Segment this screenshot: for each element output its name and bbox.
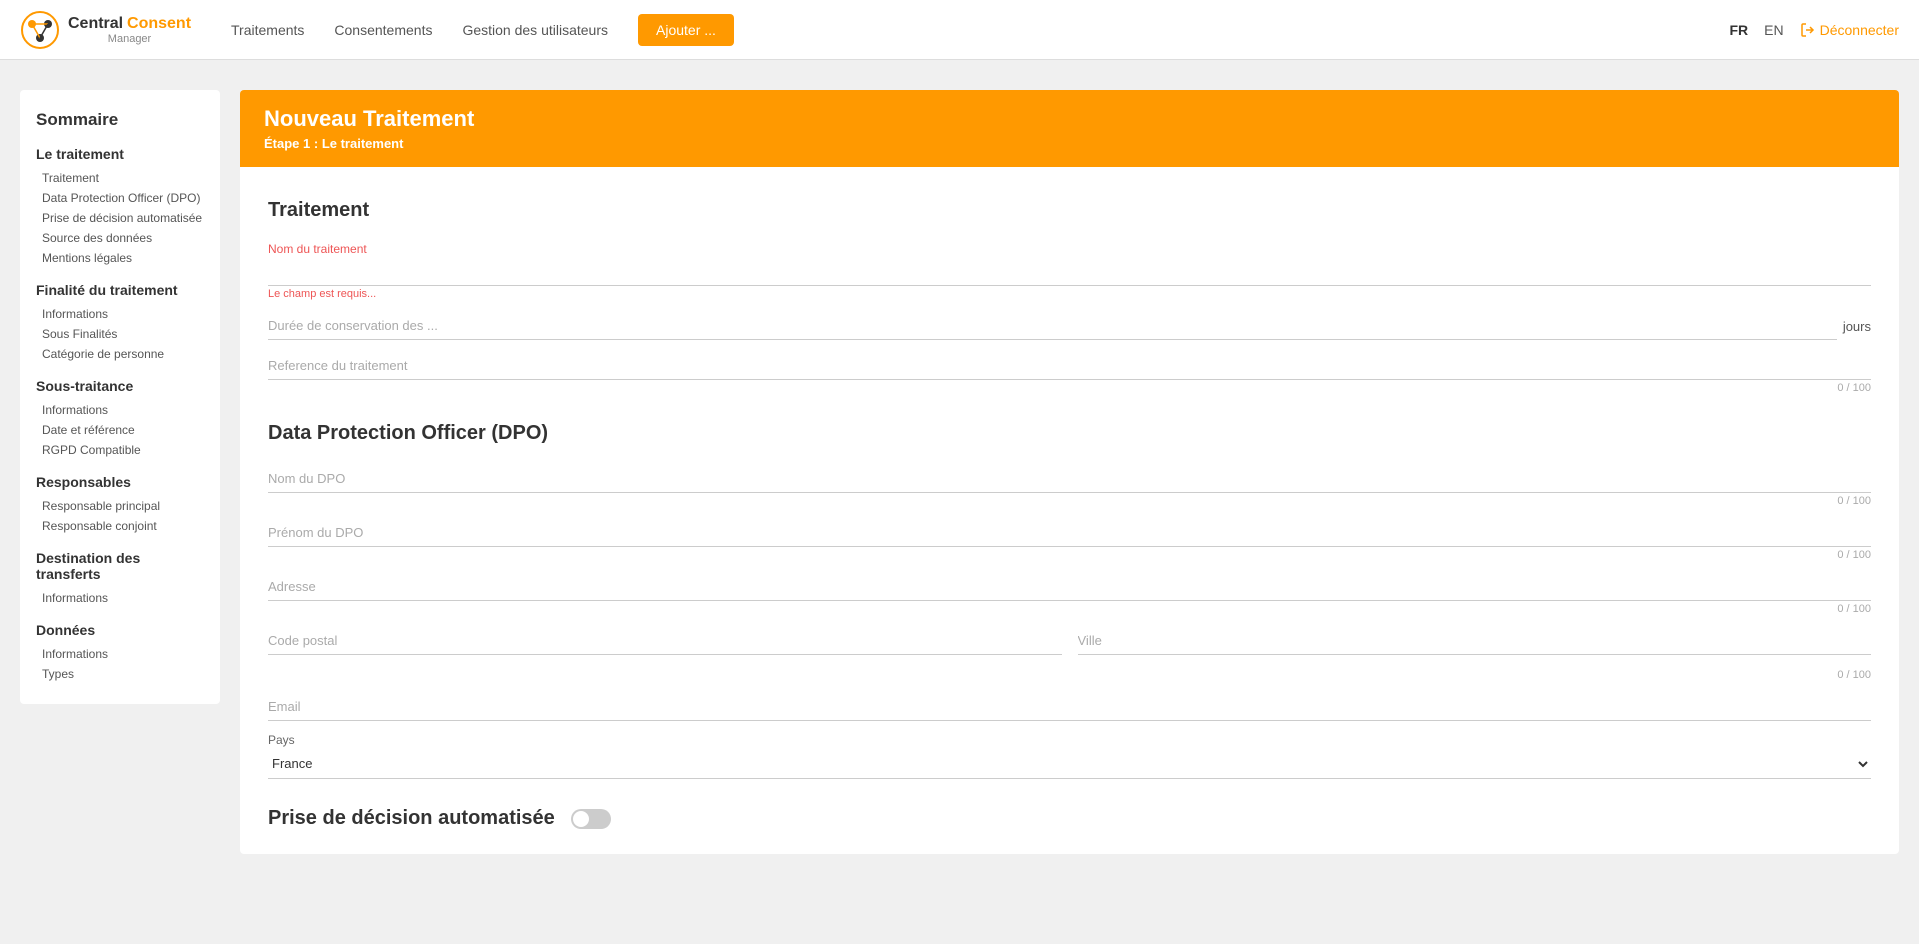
pays-select[interactable]: France Belgique Suisse Allemagne Espagne… xyxy=(268,749,1871,779)
main-content: Nouveau Traitement Étape 1 : Le traiteme… xyxy=(240,90,1899,914)
nom-traitement-field: Nom du traitement Le champ est requis... xyxy=(268,242,1871,300)
prise-decision-section: Prise de décision automatisée xyxy=(268,807,1871,830)
prenom-dpo-counter: 0 / 100 xyxy=(268,549,1871,561)
adresse-dpo-field: 0 / 100 xyxy=(268,573,1871,615)
deconnect-button[interactable]: Déconnecter xyxy=(1800,22,1899,38)
prenom-dpo-field: 0 / 100 xyxy=(268,519,1871,561)
lang-fr-button[interactable]: FR xyxy=(1729,22,1748,38)
sidebar-section-responsables: Responsables xyxy=(36,474,204,490)
ville-field xyxy=(1078,627,1872,655)
adresse-dpo-counter: 0 / 100 xyxy=(268,603,1871,615)
email-dpo-input[interactable] xyxy=(268,693,1871,721)
nav-gestion-utilisateurs[interactable]: Gestion des utilisateurs xyxy=(462,22,608,38)
lang-en-button[interactable]: EN xyxy=(1764,22,1783,38)
sidebar-item-rgpd-compatible[interactable]: RGPD Compatible xyxy=(36,440,204,460)
step-label: Étape 1 : xyxy=(264,136,318,151)
sidebar: Sommaire Le traitement Traitement Data P… xyxy=(20,90,220,704)
sidebar-item-donnees-informations[interactable]: Informations xyxy=(36,644,204,664)
sidebar-item-sous-finalites[interactable]: Sous Finalités xyxy=(36,324,204,344)
sidebar-item-finalite-informations[interactable]: Informations xyxy=(36,304,204,324)
reference-traitement-field: 0 / 100 xyxy=(268,352,1871,394)
logo-central: Central xyxy=(68,15,123,32)
deconnect-label: Déconnecter xyxy=(1820,22,1899,38)
navbar-right: FR EN Déconnecter xyxy=(1729,22,1899,38)
sidebar-section-destination-transferts: Destination des transferts xyxy=(36,550,204,582)
sidebar-item-responsable-conjoint[interactable]: Responsable conjoint xyxy=(36,516,204,536)
step-value: Le traitement xyxy=(322,136,404,151)
sidebar-item-soustraitance-informations[interactable]: Informations xyxy=(36,400,204,420)
cp-ville-field: 0 / 100 xyxy=(268,627,1871,681)
logo-consent: Consent xyxy=(127,15,191,32)
ajouter-button[interactable]: Ajouter ... xyxy=(638,14,734,46)
pays-field: Pays France Belgique Suisse Allemagne Es… xyxy=(268,733,1871,779)
nom-dpo-counter: 0 / 100 xyxy=(268,495,1871,507)
ville-input[interactable] xyxy=(1078,627,1872,655)
nom-dpo-field: 0 / 100 xyxy=(268,465,1871,507)
page-wrapper: Sommaire Le traitement Traitement Data P… xyxy=(0,60,1919,944)
sidebar-section-finalite: Finalité du traitement xyxy=(36,282,204,298)
reference-counter: 0 / 100 xyxy=(268,382,1871,394)
prise-decision-toggle[interactable] xyxy=(571,809,611,829)
nav-traitements[interactable]: Traitements xyxy=(231,22,304,38)
sidebar-item-destination-informations[interactable]: Informations xyxy=(36,588,204,608)
deconnect-icon xyxy=(1800,22,1816,38)
adresse-dpo-input[interactable] xyxy=(268,573,1871,601)
nom-dpo-input[interactable] xyxy=(268,465,1871,493)
sidebar-item-categorie-personne[interactable]: Catégorie de personne xyxy=(36,344,204,364)
page-header-subtitle: Étape 1 : Le traitement xyxy=(264,136,1875,151)
traitement-section-title: Traitement xyxy=(268,199,1871,222)
dpo-section-title: Data Protection Officer (DPO) xyxy=(268,422,1871,445)
sidebar-item-mentions-legales[interactable]: Mentions légales xyxy=(36,248,204,268)
nav-links: Traitements Consentements Gestion des ut… xyxy=(231,14,1729,46)
logo: Central Consent Manager xyxy=(20,10,191,50)
code-postal-input[interactable] xyxy=(268,627,1062,655)
prenom-dpo-input[interactable] xyxy=(268,519,1871,547)
navbar: Central Consent Manager Traitements Cons… xyxy=(0,0,1919,60)
form-container: Traitement Nom du traitement Le champ es… xyxy=(240,167,1899,854)
sidebar-item-traitement[interactable]: Traitement xyxy=(36,168,204,188)
duree-conservation-field: jours xyxy=(268,312,1871,340)
sidebar-section-donnees: Données xyxy=(36,622,204,638)
logo-manager: Manager xyxy=(68,33,191,45)
nom-traitement-input[interactable] xyxy=(268,258,1871,286)
logo-icon xyxy=(20,10,60,50)
duree-conservation-input[interactable] xyxy=(268,312,1837,340)
email-dpo-field xyxy=(268,693,1871,721)
pays-label: Pays xyxy=(268,733,1871,747)
prise-decision-title: Prise de décision automatisée xyxy=(268,807,555,830)
reference-traitement-input[interactable] xyxy=(268,352,1871,380)
nav-consentements[interactable]: Consentements xyxy=(334,22,432,38)
sidebar-section-sous-traitance: Sous-traitance xyxy=(36,378,204,394)
sidebar-item-date-reference[interactable]: Date et référence xyxy=(36,420,204,440)
sidebar-item-prise-decision[interactable]: Prise de décision automatisée xyxy=(36,208,204,228)
duree-unit: jours xyxy=(1843,319,1871,340)
sidebar-title: Sommaire xyxy=(36,110,204,130)
sidebar-item-responsable-principal[interactable]: Responsable principal xyxy=(36,496,204,516)
nom-traitement-label: Nom du traitement xyxy=(268,242,1871,256)
logo-text: Central Consent Manager xyxy=(68,15,191,45)
sidebar-item-source-donnees[interactable]: Source des données xyxy=(36,228,204,248)
code-postal-field xyxy=(268,627,1062,655)
sidebar-section-le-traitement: Le traitement xyxy=(36,146,204,162)
page-header-title: Nouveau Traitement xyxy=(264,106,1875,132)
page-header: Nouveau Traitement Étape 1 : Le traiteme… xyxy=(240,90,1899,167)
sidebar-item-donnees-types[interactable]: Types xyxy=(36,664,204,684)
nom-traitement-error: Le champ est requis... xyxy=(268,288,1871,300)
cp-ville-counter: 0 / 100 xyxy=(268,669,1871,681)
sidebar-item-dpo[interactable]: Data Protection Officer (DPO) xyxy=(36,188,204,208)
